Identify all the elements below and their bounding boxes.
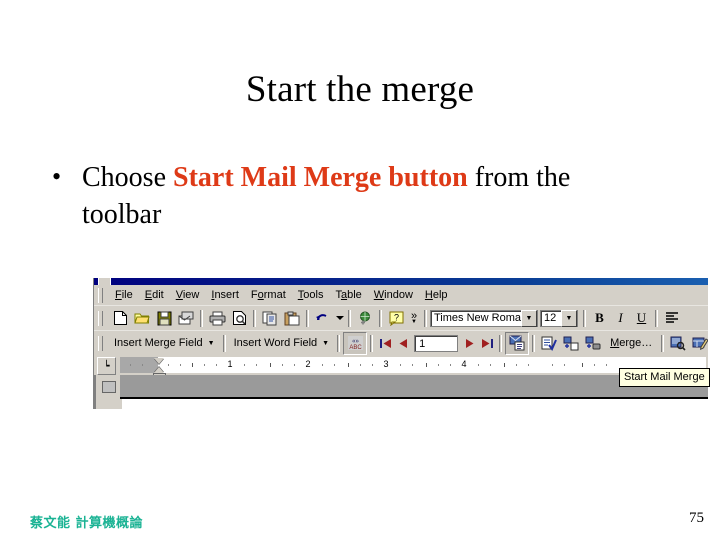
menu-item-help[interactable]: Help bbox=[419, 288, 454, 302]
svg-text:ABC: ABC bbox=[349, 345, 362, 351]
toolbar-separator bbox=[306, 309, 309, 327]
underline-button[interactable]: U bbox=[631, 308, 652, 328]
view-merged-data-icon[interactable]: «» ABC bbox=[343, 331, 368, 355]
menu-item-tools[interactable]: Tools bbox=[292, 288, 330, 302]
align-left-icon[interactable] bbox=[661, 308, 683, 329]
ruler-number: 1 bbox=[227, 359, 233, 369]
page-title: Start the merge bbox=[245, 69, 475, 110]
insert-merge-field-button[interactable]: Insert Merge Field ▼ bbox=[109, 335, 220, 351]
merge-to-new-document-icon[interactable] bbox=[560, 333, 582, 354]
ruler-number: 3 bbox=[383, 359, 389, 369]
toolbar-separator bbox=[655, 309, 658, 327]
svg-text:«»: «» bbox=[352, 337, 360, 345]
vertical-ruler[interactable] bbox=[94, 375, 122, 409]
ruler-number: 4 bbox=[461, 359, 467, 369]
chevron-down-icon[interactable]: ▼ bbox=[208, 340, 215, 347]
bullet-text-line2: toolbar bbox=[82, 198, 162, 230]
page-number: 75 bbox=[689, 510, 704, 526]
toolbar-separator bbox=[348, 309, 351, 327]
copy-icon[interactable] bbox=[259, 308, 281, 329]
menu-item-view[interactable]: View bbox=[170, 288, 206, 302]
first-line-indent-marker[interactable] bbox=[154, 358, 164, 364]
start-mail-merge-icon[interactable] bbox=[505, 331, 530, 355]
insert-word-field-label: Insert Word Field bbox=[233, 337, 318, 349]
undo-dropdown-icon[interactable] bbox=[334, 308, 345, 329]
chevron-down-icon[interactable]: ▼ bbox=[521, 309, 537, 327]
menu-item-window[interactable]: Window bbox=[368, 288, 419, 302]
first-record-icon[interactable] bbox=[376, 333, 394, 353]
toolbar-separator bbox=[499, 334, 503, 352]
font-name-value: Times New Roman bbox=[434, 312, 521, 324]
ruler-left-margin bbox=[120, 357, 158, 373]
vertical-ruler-marker bbox=[102, 381, 116, 393]
left-tab-stop-icon[interactable]: ┕ bbox=[97, 357, 116, 375]
toolbar-separator bbox=[337, 334, 341, 352]
horizontal-ruler[interactable]: ┕ 1 2 3 4 bbox=[94, 355, 708, 380]
toolbar-grip[interactable] bbox=[98, 335, 103, 351]
menu-item-file[interactable]: File bbox=[109, 288, 139, 302]
toolbar-separator bbox=[379, 309, 382, 327]
bullet-marker: • bbox=[52, 162, 62, 191]
chevron-down-icon[interactable]: ▼ bbox=[322, 340, 329, 347]
toolbar-grip[interactable] bbox=[98, 287, 103, 303]
print-preview-icon[interactable] bbox=[228, 308, 250, 329]
italic-button[interactable]: I bbox=[610, 308, 631, 328]
bullet-text: Choose Start Mail Merge button from the t… bbox=[82, 160, 672, 234]
font-name-combo[interactable]: Times New Roman ▼ bbox=[430, 309, 538, 327]
svg-text:?: ? bbox=[393, 312, 398, 322]
toolbar-separator bbox=[200, 309, 203, 327]
toolbar-separator bbox=[583, 309, 586, 327]
font-size-combo[interactable]: 12 ▼ bbox=[540, 309, 578, 327]
toolbar-grip[interactable] bbox=[98, 310, 103, 326]
toolbar-separator bbox=[370, 334, 374, 352]
window-titlebar bbox=[94, 278, 708, 286]
document-area bbox=[94, 375, 708, 409]
insert-hyperlink-icon[interactable] bbox=[354, 308, 376, 329]
footer-note: 蔡文能 計算機概論 bbox=[30, 516, 144, 531]
edit-data-source-icon[interactable] bbox=[689, 333, 708, 354]
new-document-icon[interactable] bbox=[109, 308, 131, 329]
help-icon[interactable]: ? bbox=[385, 308, 407, 329]
next-record-icon[interactable] bbox=[460, 333, 478, 353]
print-icon[interactable] bbox=[206, 308, 228, 329]
save-icon[interactable] bbox=[153, 308, 175, 329]
bullet-highlight: Start Mail Merge button bbox=[173, 162, 468, 193]
tooltip: Start Mail Merge bbox=[619, 368, 710, 387]
toolbar-separator bbox=[532, 334, 536, 352]
merge-to-printer-icon[interactable] bbox=[582, 333, 604, 354]
bold-button[interactable]: B bbox=[589, 308, 610, 328]
open-folder-icon[interactable] bbox=[131, 308, 153, 329]
menu-item-table[interactable]: Table bbox=[329, 288, 367, 302]
standard-toolbar: ? » ▼ Times New Roman ▼ 12 ▼ B I U bbox=[94, 305, 708, 330]
toolbar-separator bbox=[222, 334, 226, 352]
menu-item-format[interactable]: Format bbox=[245, 288, 292, 302]
last-record-icon[interactable] bbox=[478, 333, 496, 353]
menu-item-insert[interactable]: Insert bbox=[205, 288, 245, 302]
chevron-down-icon[interactable]: ▼ bbox=[561, 309, 577, 327]
previous-record-icon[interactable] bbox=[394, 333, 412, 353]
check-errors-icon[interactable] bbox=[538, 333, 560, 354]
undo-icon[interactable] bbox=[312, 308, 334, 329]
word-screenshot: File Edit View Insert Format Tools Table… bbox=[93, 278, 708, 409]
find-record-icon[interactable] bbox=[667, 333, 689, 354]
email-icon[interactable] bbox=[175, 308, 197, 329]
bullet-text-after: from the bbox=[467, 162, 571, 193]
bullet-text-before: Choose bbox=[82, 162, 173, 193]
list-item: • Choose Start Mail Merge button from th… bbox=[52, 160, 672, 234]
mail-merge-toolbar: Insert Merge Field ▼ Insert Word Field ▼… bbox=[94, 330, 708, 355]
toolbar-separator bbox=[661, 334, 665, 352]
menu-bar: File Edit View Insert Format Tools Table… bbox=[94, 285, 708, 305]
font-size-value: 12 bbox=[544, 312, 557, 324]
insert-merge-field-label: Insert Merge Field bbox=[114, 337, 203, 349]
menu-item-edit[interactable]: Edit bbox=[139, 288, 170, 302]
paste-icon[interactable] bbox=[281, 308, 303, 329]
toolbar-separator bbox=[424, 309, 427, 327]
toolbar-separator bbox=[253, 309, 256, 327]
record-number-input[interactable]: 1 bbox=[414, 334, 459, 352]
ruler-number: 2 bbox=[305, 359, 311, 369]
merge-button[interactable]: Merge… bbox=[604, 334, 659, 352]
insert-word-field-button[interactable]: Insert Word Field ▼ bbox=[229, 335, 335, 351]
bullet-list: • Choose Start Mail Merge button from th… bbox=[52, 160, 672, 234]
toolbar-overflow-icon[interactable]: » ▼ bbox=[407, 310, 421, 325]
